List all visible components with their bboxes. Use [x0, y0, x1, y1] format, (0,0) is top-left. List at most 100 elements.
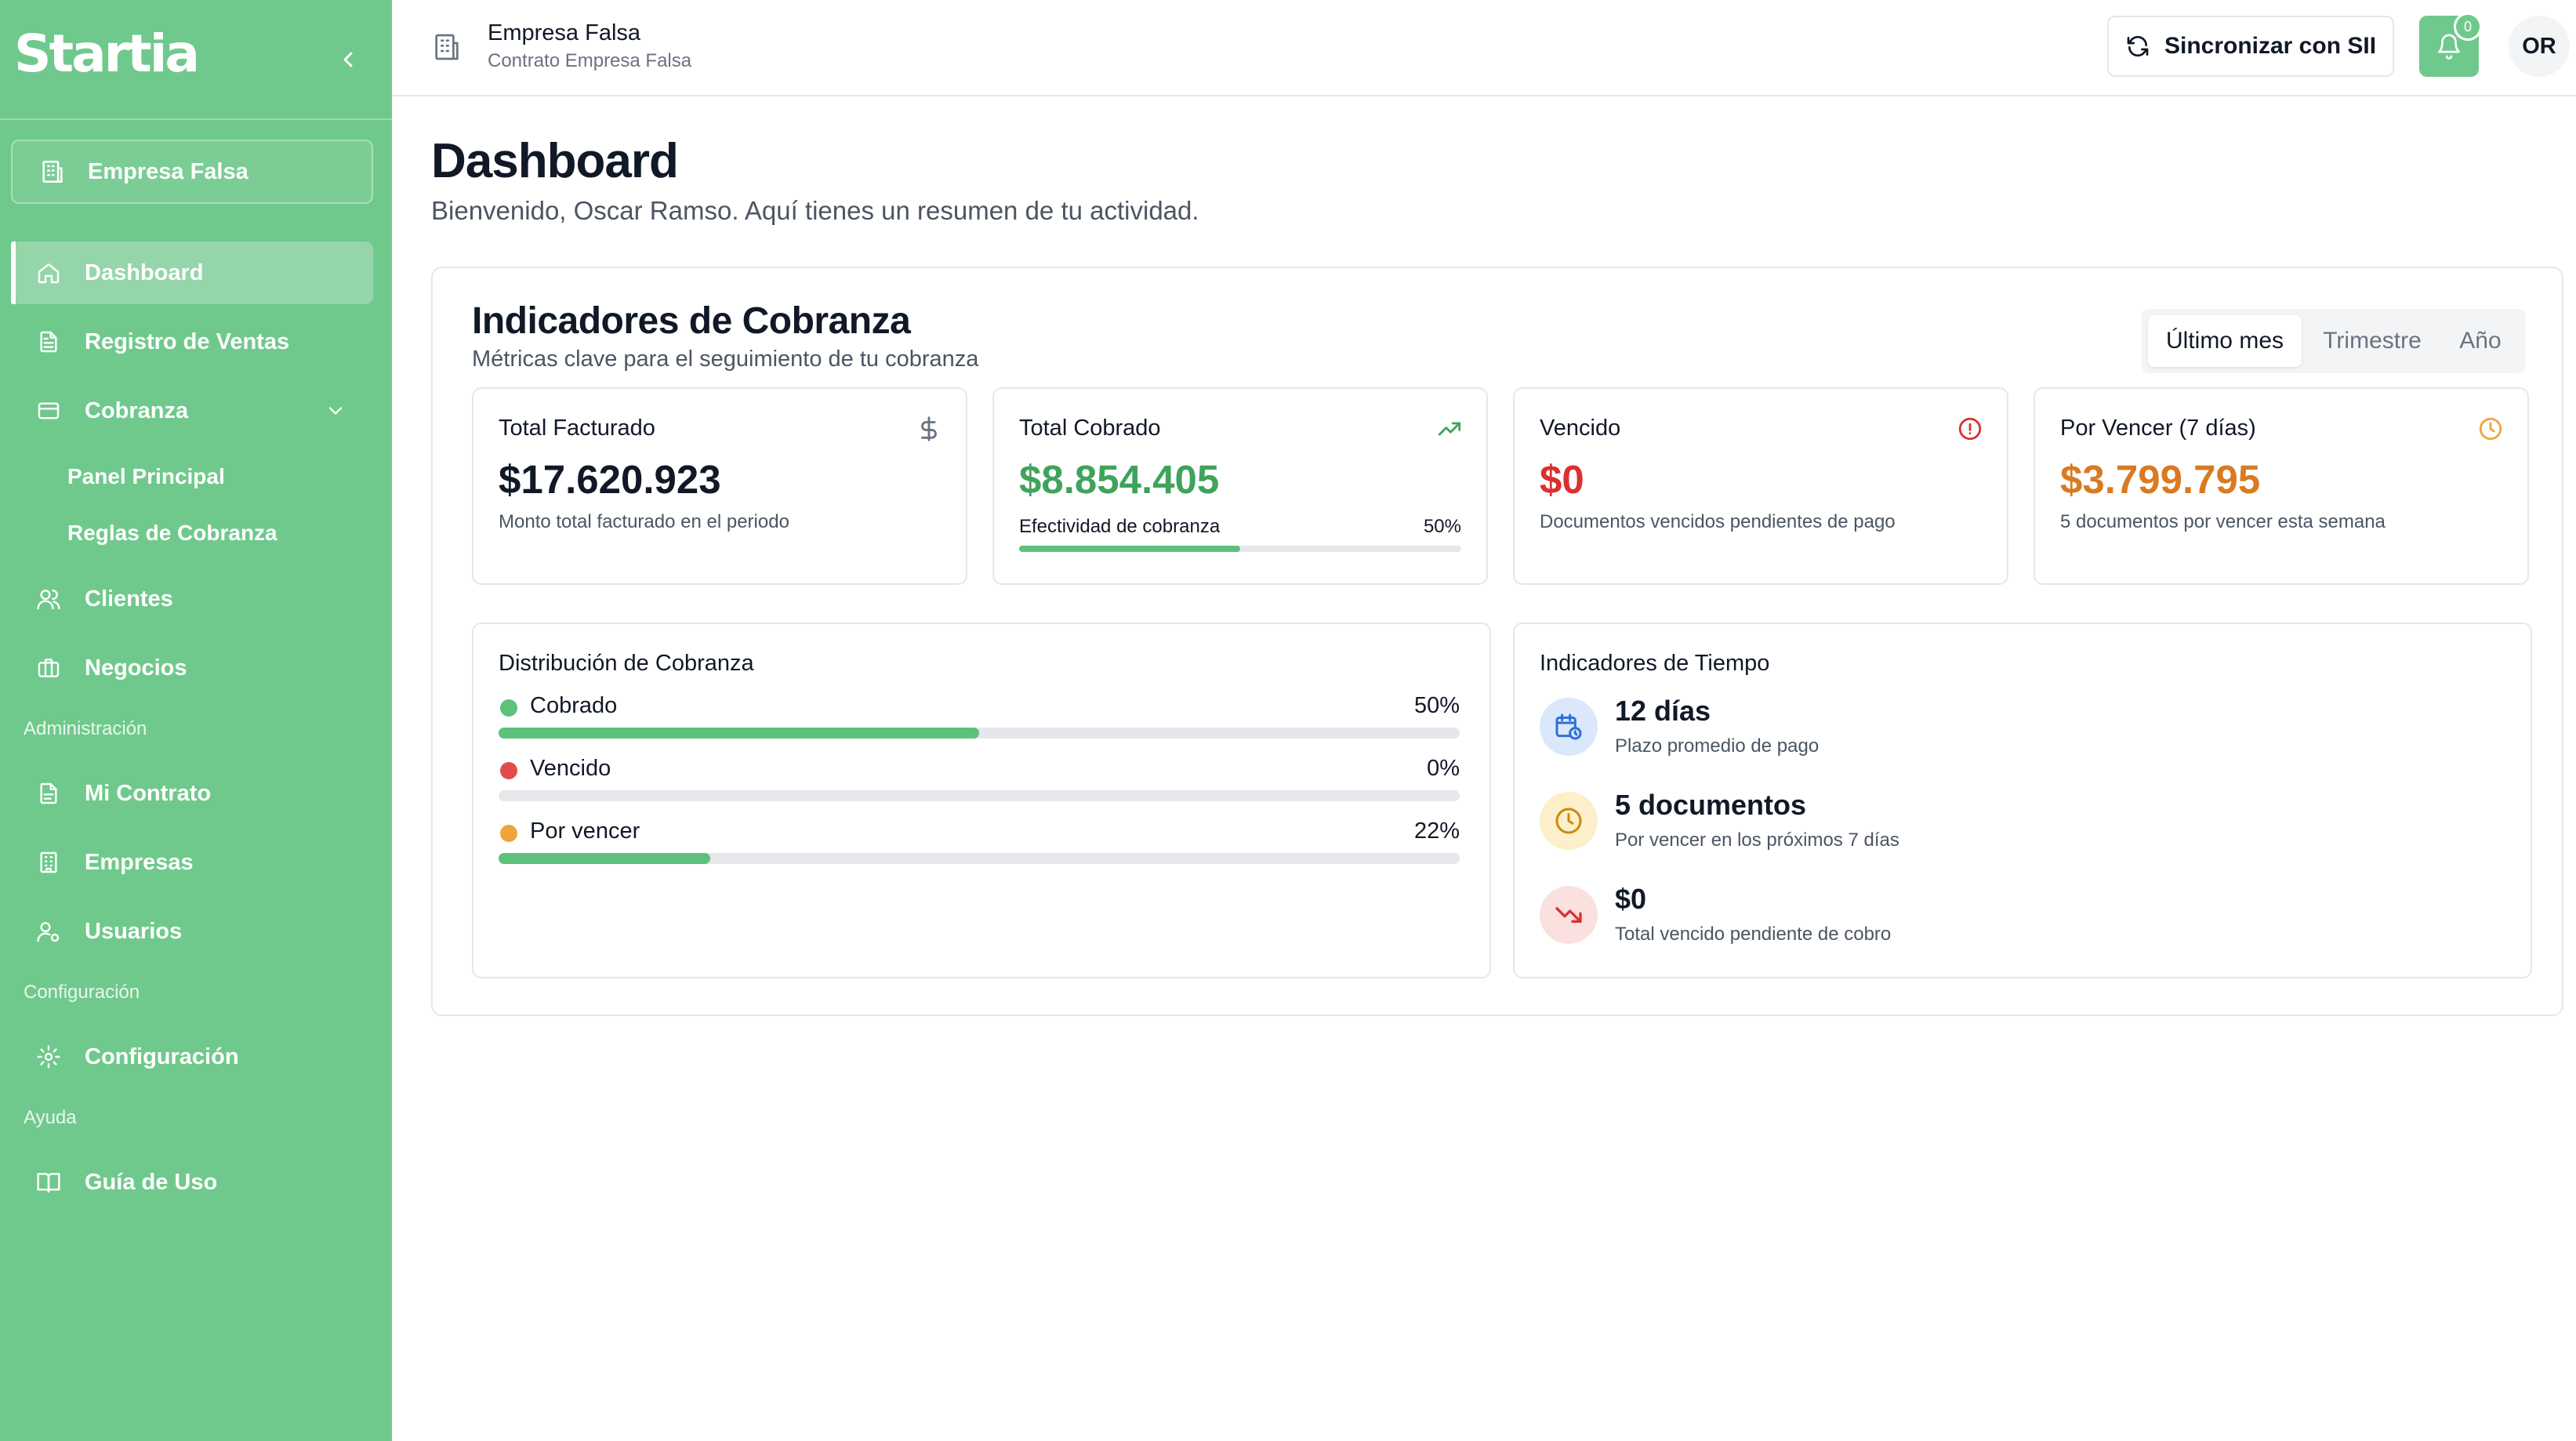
trending-down-icon	[1540, 886, 1598, 944]
building-icon	[40, 851, 57, 873]
chevron-left-icon	[343, 52, 353, 67]
kpi-description: Monto total facturado en el periodo	[499, 511, 789, 532]
refresh-icon	[2127, 35, 2149, 57]
gear-icon	[37, 1045, 60, 1069]
kpi-label: Vencido	[1540, 416, 1621, 441]
sidebar-item-usuarios[interactable]: Usuarios	[11, 900, 373, 963]
kpi-card-por-vencer: Por Vencer (7 días) $3.799.795 5 documen…	[2034, 387, 2529, 585]
credit-card-icon	[38, 402, 60, 419]
topbar: Empresa Falsa Contrato Empresa Falsa Sin…	[392, 0, 2576, 96]
app-logo[interactable]: Startia	[14, 24, 200, 84]
sidebar: Startia Empresa Falsa Dashboard Registro…	[0, 0, 392, 1441]
sidebar-item-configuracion[interactable]: Configuración	[11, 1025, 373, 1088]
tab-ano[interactable]: Año	[2443, 315, 2518, 367]
distribution-label: Por vencer	[530, 819, 640, 844]
section-label-administracion: Administración	[24, 718, 147, 739]
sidebar-subitem-reglas-cobranza[interactable]: Reglas de Cobranza	[67, 521, 278, 546]
distribution-progress-fill	[499, 728, 979, 739]
briefcase-icon	[38, 659, 60, 677]
distribution-percent: 0%	[1427, 756, 1460, 781]
distribution-row-por-vencer: Por vencer 22%	[499, 819, 1460, 866]
active-indicator	[11, 241, 16, 304]
building-icon	[435, 34, 459, 60]
kpi-description: 5 documentos por vencer esta semana	[2060, 511, 2386, 532]
time-indicators-panel: Indicadores de Tiempo 12 días Plazo prom…	[1513, 622, 2532, 978]
sidebar-item-registro-ventas[interactable]: Registro de Ventas	[11, 310, 373, 373]
page-title: Dashboard	[431, 134, 679, 188]
sidebar-subitem-panel-principal[interactable]: Panel Principal	[67, 464, 225, 489]
status-dot	[500, 825, 517, 842]
home-icon	[38, 263, 60, 284]
sidebar-item-negocios[interactable]: Negocios	[11, 637, 373, 699]
sidebar-item-empresas[interactable]: Empresas	[11, 831, 373, 894]
kpi-label: Por Vencer (7 días)	[2060, 416, 2256, 441]
distribution-row-cobrado: Cobrado 50%	[499, 693, 1460, 740]
kpi-description: Documentos vencidos pendientes de pago	[1540, 511, 1896, 532]
company-icon	[431, 31, 463, 63]
distribution-label: Vencido	[530, 756, 611, 781]
file-icon	[40, 782, 57, 804]
sidebar-item-clientes[interactable]: Clientes	[11, 568, 373, 630]
sidebar-item-label: Registro de Ventas	[85, 328, 290, 354]
kpi-label: Total Cobrado	[1019, 416, 1161, 441]
clock-icon	[2479, 417, 2502, 441]
tab-ultimo-mes[interactable]: Último mes	[2148, 315, 2302, 367]
kpi-card-total-cobrado: Total Cobrado $8.854.405 Efectividad de …	[992, 387, 1488, 585]
tab-trimestre[interactable]: Trimestre	[2306, 315, 2438, 367]
time-value: 5 documentos	[1615, 789, 1807, 821]
clock-icon	[1540, 792, 1598, 850]
effectiveness-progress-bar	[1019, 546, 1461, 552]
kpi-value: $8.854.405	[1019, 457, 1220, 502]
calendar-clock-icon	[1540, 698, 1598, 756]
time-row-documentos: 5 documentos Por vencer en los próximos …	[1540, 789, 2480, 859]
building-icon	[42, 160, 63, 183]
sidebar-item-label: Dashboard	[85, 260, 204, 285]
effectiveness-label: Efectividad de cobranza	[1019, 516, 1221, 537]
kpi-label: Total Facturado	[499, 416, 655, 441]
distribution-label: Cobrado	[530, 693, 618, 718]
time-row-vencido: $0 Total vencido pendiente de cobro	[1540, 883, 2480, 953]
sidebar-item-mi-contrato[interactable]: Mi Contrato	[11, 762, 373, 825]
indicators-title: Indicadores de Cobranza	[472, 300, 911, 342]
distribution-progress-bar	[499, 728, 1460, 739]
effectiveness-progress-fill	[1019, 546, 1240, 552]
kpi-value: $3.799.795	[2060, 457, 2261, 502]
distribution-percent: 50%	[1413, 693, 1460, 718]
status-dot	[500, 762, 517, 779]
sync-sii-button[interactable]: Sincronizar con SII	[2107, 16, 2394, 77]
kpi-card-total-facturado: Total Facturado $17.620.923 Monto total …	[472, 387, 967, 585]
time-indicators-title: Indicadores de Tiempo	[1540, 651, 1770, 676]
file-text-icon	[40, 331, 57, 353]
time-value: 12 días	[1615, 695, 1711, 727]
distribution-progress-fill	[499, 853, 710, 864]
status-dot	[500, 699, 517, 717]
kpi-card-vencido: Vencido $0 Documentos vencidos pendiente…	[1513, 387, 2008, 585]
indicators-card: Indicadores de Cobranza Métricas clave p…	[431, 267, 2563, 1016]
user-avatar[interactable]: OR	[2509, 16, 2570, 77]
company-selector[interactable]: Empresa Falsa	[11, 140, 373, 204]
users-icon	[37, 590, 60, 610]
company-selector-label: Empresa Falsa	[88, 158, 249, 184]
sidebar-item-label: Usuarios	[85, 918, 183, 944]
sidebar-item-cobranza[interactable]: Cobranza	[11, 379, 373, 442]
sidebar-item-label: Empresas	[85, 849, 194, 875]
time-description: Por vencer en los próximos 7 días	[1615, 829, 1899, 851]
notifications-button[interactable]: 0	[2419, 13, 2482, 77]
topbar-contract: Contrato Empresa Falsa	[488, 50, 692, 71]
sidebar-item-dashboard[interactable]: Dashboard	[11, 241, 373, 304]
distribution-panel: Distribución de Cobranza Cobrado 50% Ven…	[472, 622, 1491, 978]
chevron-down-icon	[328, 407, 343, 415]
time-description: Plazo promedio de pago	[1615, 735, 1820, 757]
sidebar-item-guia-uso[interactable]: Guía de Uso	[11, 1151, 373, 1214]
collapse-sidebar-button[interactable]	[336, 47, 361, 72]
sidebar-header: Startia	[0, 0, 392, 120]
section-label-configuracion: Configuración	[24, 982, 140, 1003]
trending-up-icon	[1438, 422, 1461, 436]
distribution-row-vencido: Vencido 0%	[499, 756, 1460, 803]
indicators-subtitle: Métricas clave para el seguimiento de tu…	[472, 347, 979, 372]
time-description: Total vencido pendiente de cobro	[1615, 924, 1892, 945]
distribution-percent: 22%	[1413, 819, 1460, 844]
topbar-company-name: Empresa Falsa	[488, 20, 641, 45]
distribution-progress-bar	[499, 853, 1460, 864]
effectiveness-percent: 50%	[1423, 516, 1461, 537]
